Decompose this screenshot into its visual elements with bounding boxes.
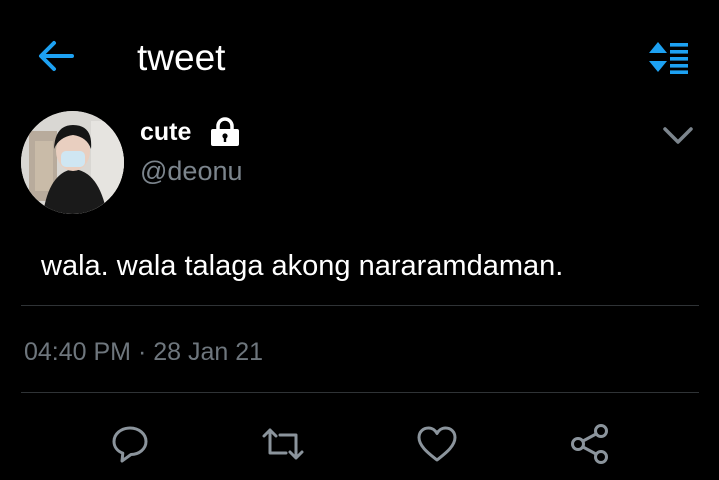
page-title: tweet <box>137 37 226 78</box>
divider <box>21 392 699 393</box>
comment-icon <box>106 420 154 468</box>
user-handle[interactable]: @deonu <box>140 154 243 188</box>
tweet-time: 04:40 PM <box>24 338 132 366</box>
sort-button[interactable] <box>646 40 690 74</box>
tweet-text: wala. wala talaga akong nararamdaman. <box>41 250 564 282</box>
like-button[interactable] <box>413 420 461 468</box>
retweet-icon <box>259 420 307 468</box>
heart-icon <box>413 420 461 468</box>
tweet-date: 28 Jan 21 <box>153 338 264 366</box>
timestamp-separator: · <box>137 338 147 366</box>
retweet-button[interactable] <box>259 420 307 468</box>
back-button[interactable] <box>34 36 78 76</box>
tweet-timestamp: 04:40 PM · 28 Jan 21 <box>24 336 263 368</box>
share-button[interactable] <box>566 420 614 468</box>
sort-list-icon <box>646 40 690 74</box>
lock-icon <box>208 117 242 147</box>
display-name[interactable]: cute <box>140 116 191 148</box>
chevron-down-icon <box>658 121 698 151</box>
avatar[interactable] <box>21 111 124 214</box>
tweet-detail-screen: tweet cute @deonu wala. wala talaga akon… <box>0 0 719 480</box>
more-options-button[interactable] <box>658 121 698 151</box>
reply-button[interactable] <box>106 420 154 468</box>
share-icon <box>566 420 614 468</box>
top-app-bar: tweet <box>0 0 719 112</box>
divider <box>21 305 699 306</box>
arrow-left-icon <box>34 36 78 76</box>
